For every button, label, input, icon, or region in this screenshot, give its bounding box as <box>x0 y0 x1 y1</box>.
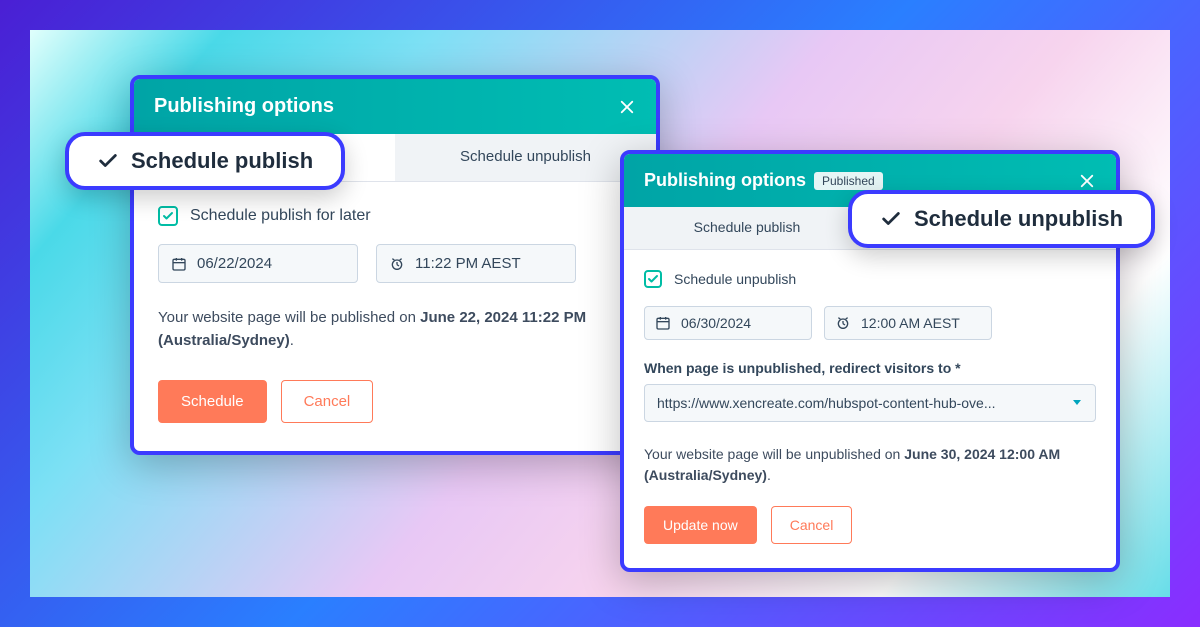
close-button[interactable] <box>1078 172 1096 190</box>
check-icon <box>647 273 659 285</box>
calendar-icon <box>171 256 187 272</box>
time-input[interactable]: 12:00 AM AEST <box>824 306 992 340</box>
schedule-button[interactable]: Schedule <box>158 380 267 423</box>
chevron-down-icon <box>1071 395 1083 411</box>
tab-schedule-publish[interactable]: Schedule publish <box>624 207 870 249</box>
date-input[interactable]: 06/30/2024 <box>644 306 812 340</box>
callout-schedule-unpublish: Schedule unpublish <box>848 190 1155 248</box>
checkbox-icon <box>644 270 662 288</box>
date-value: 06/22/2024 <box>197 255 272 272</box>
time-value: 12:00 AM AEST <box>861 315 960 331</box>
time-input[interactable]: 11:22 PM AEST <box>376 244 576 283</box>
redirect-label: When page is unpublished, redirect visit… <box>644 360 1096 376</box>
modal-header: Publishing options <box>134 79 656 134</box>
redirect-select[interactable]: https://www.xencreate.com/hubspot-conten… <box>644 384 1096 422</box>
callout-schedule-publish: Schedule publish <box>65 132 345 190</box>
unpublish-explanation: Your website page will be unpublished on… <box>644 444 1096 486</box>
calendar-icon <box>655 315 671 331</box>
modal-title: Publishing options <box>154 95 334 118</box>
schedule-publish-checkbox-row[interactable]: Schedule publish for later <box>158 206 632 226</box>
tab-schedule-unpublish[interactable]: Schedule unpublish <box>395 134 656 181</box>
checkbox-label: Schedule publish for later <box>190 207 371 225</box>
cancel-button[interactable]: Cancel <box>771 506 853 544</box>
published-badge: Published <box>814 172 883 190</box>
time-value: 11:22 PM AEST <box>415 255 521 272</box>
clock-icon <box>389 256 405 272</box>
update-now-button[interactable]: Update now <box>644 506 757 544</box>
date-value: 06/30/2024 <box>681 315 751 331</box>
clock-icon <box>835 315 851 331</box>
modal-title: Publishing options <box>644 170 806 191</box>
check-icon <box>880 208 902 230</box>
close-button[interactable] <box>618 98 636 116</box>
redirect-value: https://www.xencreate.com/hubspot-conten… <box>657 395 996 411</box>
close-icon <box>618 98 636 116</box>
cancel-button[interactable]: Cancel <box>281 380 374 423</box>
close-icon <box>1078 172 1096 190</box>
check-icon <box>97 150 119 172</box>
checkbox-label: Schedule unpublish <box>674 271 796 287</box>
checkbox-icon <box>158 206 178 226</box>
check-icon <box>162 210 174 222</box>
schedule-unpublish-checkbox-row[interactable]: Schedule unpublish <box>644 270 1096 288</box>
callout-label: Schedule publish <box>131 148 313 174</box>
callout-label: Schedule unpublish <box>914 206 1123 232</box>
date-input[interactable]: 06/22/2024 <box>158 244 358 283</box>
publish-explanation: Your website page will be published on J… <box>158 307 632 352</box>
